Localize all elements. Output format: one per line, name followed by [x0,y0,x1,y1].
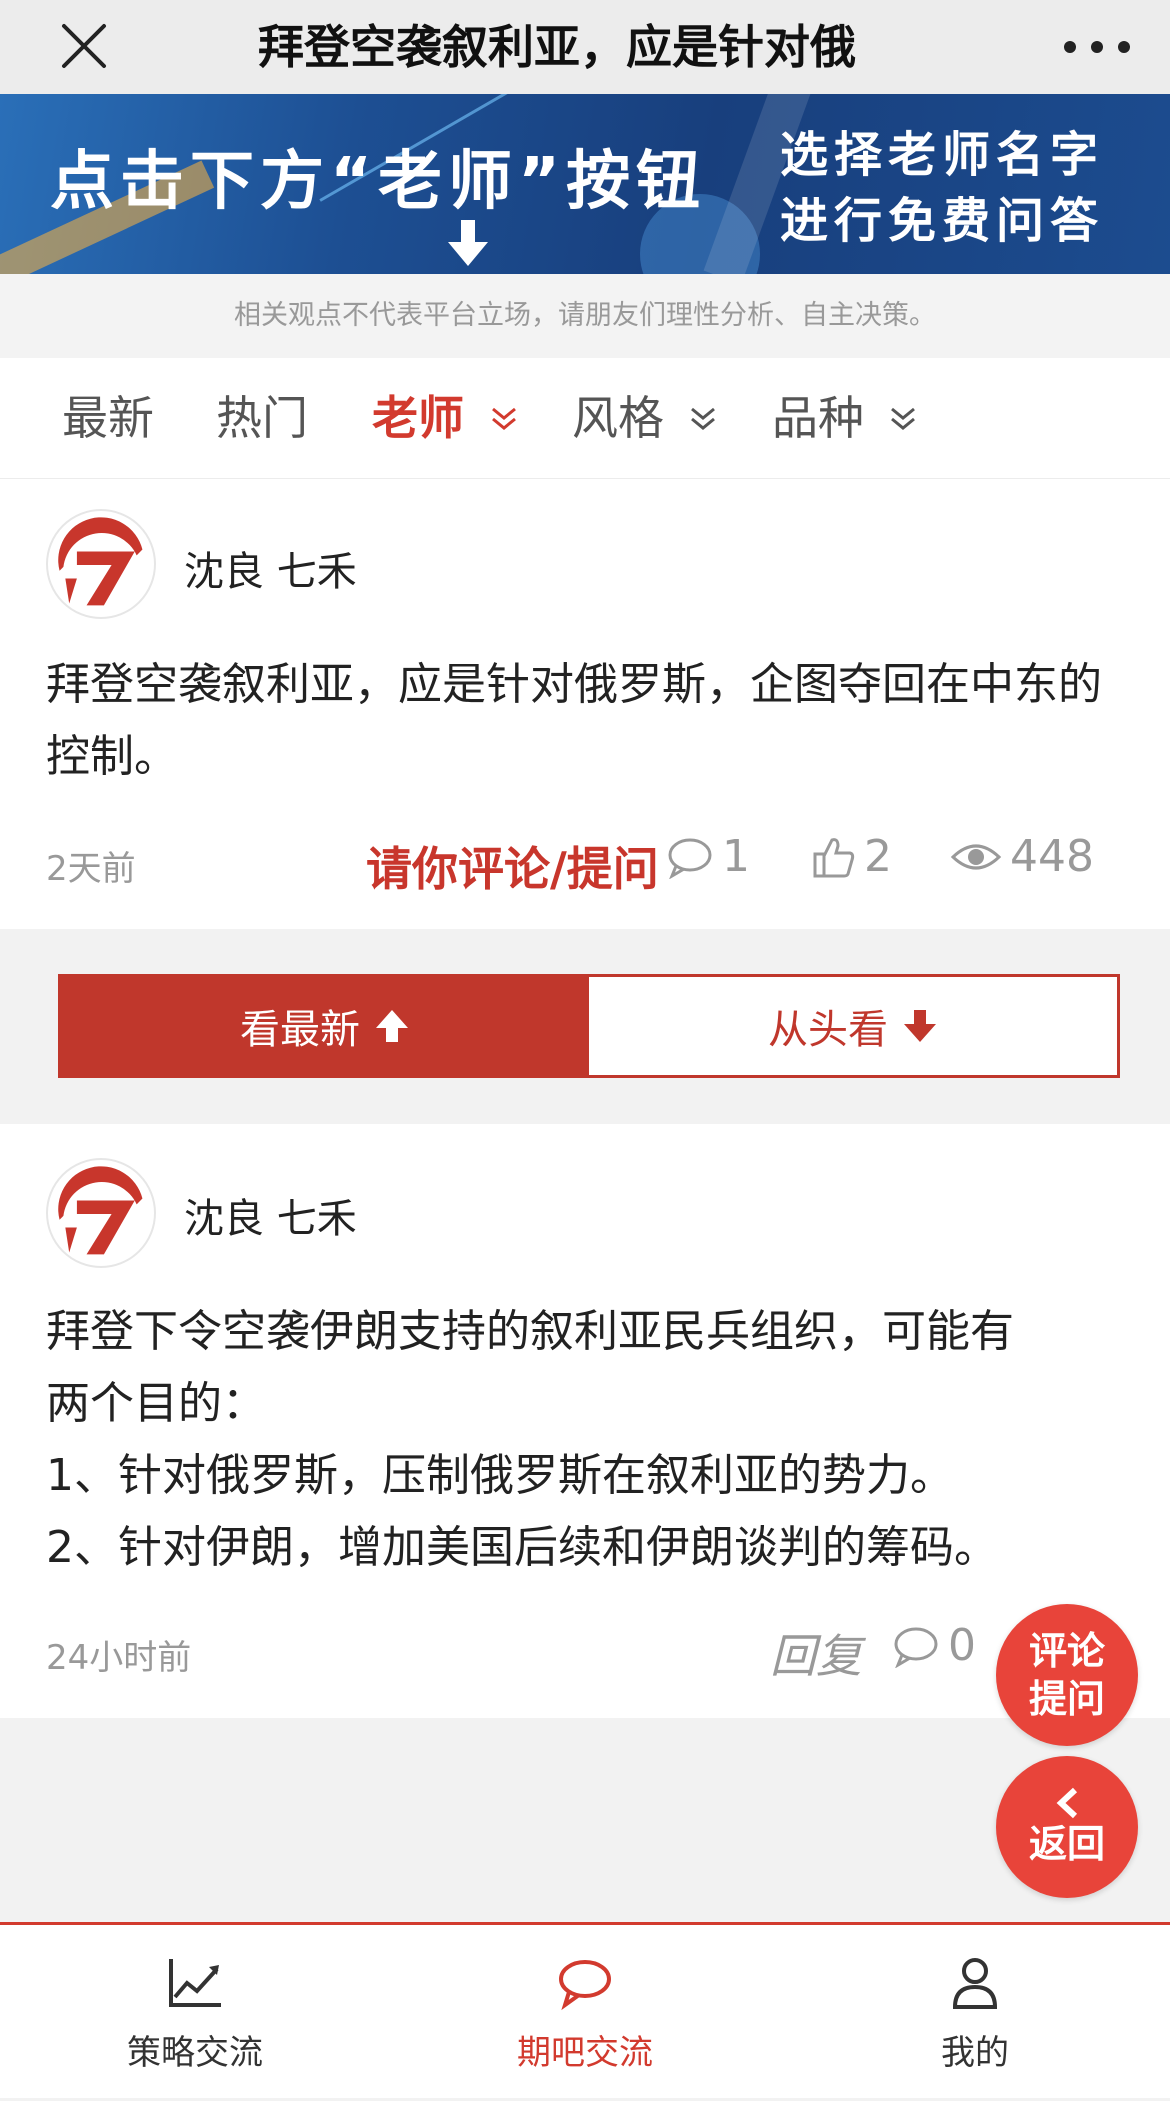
arrow-up-icon [376,1010,408,1042]
comment-count-value: 1 [722,831,750,882]
post-content-line: 两个目的： [46,1378,266,1429]
tab-label: 风格 [572,391,664,445]
user-icon [952,1958,998,2009]
tab-style[interactable]: 风格 [572,358,717,478]
avatar[interactable] [46,1158,156,1268]
nav-forum[interactable]: 期吧交流 [390,1925,780,2101]
nav-me[interactable]: 我的 [780,1925,1170,2101]
tab-label: 品种 [772,391,864,445]
post-time: 24小时前 [46,1638,192,1678]
banner-side-text: 选择老师名字 进行免费问答 [780,122,1104,254]
more-icon[interactable] [1064,22,1130,72]
author-name[interactable]: 沈良 七禾 [184,539,357,597]
banner-side-line1: 选择老师名字 [780,127,1105,183]
nav-strategy[interactable]: 策略交流 [0,1925,390,2101]
sort-switch: 看最新 从头看 [58,974,1120,1078]
like-count[interactable]: 2 [812,831,892,882]
arrow-down-icon [904,1010,936,1042]
chart-line-icon [169,1959,221,2007]
tab-hot[interactable]: 热门 [216,358,308,478]
chevron-double-down-icon [890,407,915,430]
post-content: 拜登下令空袭伊朗支持的叙利亚民兵组织，可能有 两个目的： 1、针对俄罗斯，压制俄… [46,1296,1126,1584]
float-comment-line2: 提问 [1028,1677,1105,1721]
view-count: 448 [950,831,1094,882]
tab-latest[interactable]: 最新 [62,358,154,478]
logo-seven-icon [52,1164,150,1262]
view-count-value: 448 [1010,831,1094,882]
post-content-line: 1、针对俄罗斯，压制俄罗斯在叙利亚的势力。 [46,1450,954,1501]
disclaimer-notice: 相关观点不代表平台立场，请朋友们理性分析、自主决策。 [0,274,1170,358]
author-name[interactable]: 沈良 七禾 [184,1186,357,1244]
logo-seven-icon [52,515,150,613]
post-card: 沈良 七禾 拜登空袭叙利亚，应是针对俄罗斯，企图夺回在中东的控制。 2天前 请你… [0,479,1170,929]
close-icon[interactable] [58,20,110,72]
like-count-value: 2 [864,831,892,882]
nav-label: 期吧交流 [517,2033,653,2073]
promo-banner[interactable]: 点击下方“老师”按钮 选择老师名字 进行免费问答 [0,94,1170,274]
banner-main-text: 点击下方“老师”按钮 [50,145,707,219]
comment-icon [668,838,712,879]
eye-icon [950,844,1002,869]
tab-label: 老师 [372,391,464,445]
comment-ask-float-button[interactable]: 评论 提问 [996,1604,1138,1746]
back-float-button[interactable]: 返回 [996,1756,1138,1898]
comment-count[interactable]: 1 [666,831,750,882]
chat-bubble-icon [559,1960,611,2011]
comment-ask-link[interactable]: 请你评论/提问 [366,833,659,899]
top-bar: 拜登空袭叙利亚，应是针对俄 [0,0,1170,94]
avatar[interactable] [46,509,156,619]
post-content-line: 2、针对伊朗，增加美国后续和伊朗谈判的筹码。 [46,1522,998,1573]
post-content-line: 拜登下令空袭伊朗支持的叙利亚民兵组织，可能有 [46,1306,1014,1357]
view-latest-label: 看最新 [240,1007,360,1053]
post-card: 沈良 七禾 拜登下令空袭伊朗支持的叙利亚民兵组织，可能有 两个目的： 1、针对俄… [0,1124,1170,1718]
tab-label: 热门 [216,391,308,445]
arrow-down-icon [448,220,488,266]
view-from-start-button[interactable]: 从头看 [589,977,1117,1075]
chevron-left-icon [1056,1787,1078,1819]
comment-count[interactable]: 0 [892,1620,976,1671]
nav-label: 我的 [941,2033,1009,2073]
float-comment-line1: 评论 [1028,1629,1105,1673]
nav-label: 策略交流 [127,2033,263,2073]
comment-icon [894,1627,938,1668]
bottom-nav: 策略交流 期吧交流 我的 [0,1922,1170,2098]
filter-tabs: 最新 热门 老师 风格 品种 [0,358,1170,479]
tab-variety[interactable]: 品种 [772,358,917,478]
chevron-double-down-icon [690,407,715,430]
reply-link[interactable]: 回复 [770,1620,862,1686]
post-content: 拜登空袭叙利亚，应是针对俄罗斯，企图夺回在中东的控制。 [46,659,1102,782]
float-back-label: 返回 [1028,1822,1105,1866]
view-from-start-label: 从头看 [768,1007,888,1053]
comment-count-value: 0 [948,1620,976,1671]
page-title: 拜登空袭叙利亚，应是针对俄 [258,0,934,94]
banner-side-line2: 进行免费问答 [780,193,1105,249]
tab-label: 最新 [62,391,154,445]
chevron-double-down-icon [492,407,516,430]
thumbs-up-icon [813,837,855,877]
tab-teacher[interactable]: 老师 [372,358,518,478]
view-latest-button[interactable]: 看最新 [61,977,589,1075]
post-time: 2天前 [46,849,136,889]
